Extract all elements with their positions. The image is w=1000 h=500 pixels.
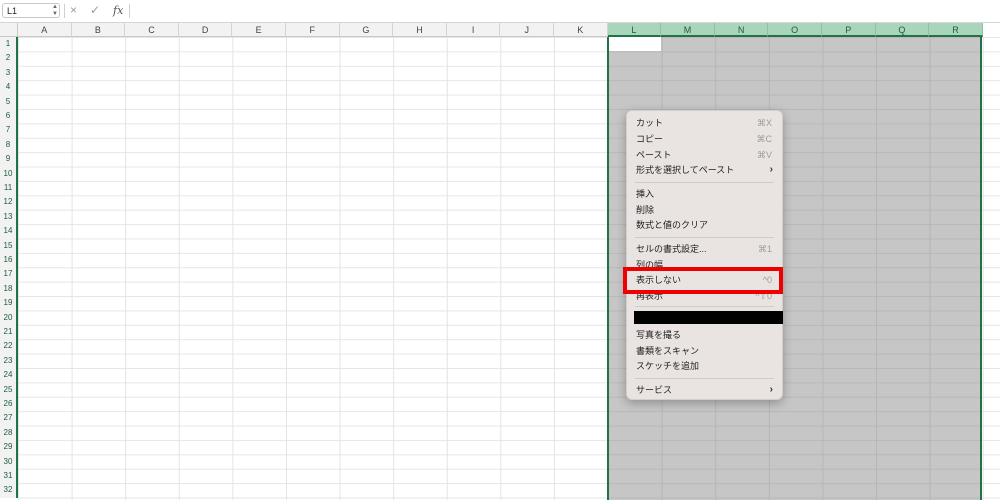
row-header-6[interactable]: 6 bbox=[0, 109, 18, 124]
active-cell[interactable] bbox=[609, 37, 661, 51]
row-header-25[interactable]: 25 bbox=[0, 382, 18, 397]
menu-item-format-cells[interactable]: セルの書式設定... ⌘1 bbox=[627, 241, 782, 257]
row-header-18[interactable]: 18 bbox=[0, 281, 18, 297]
menu-item-take-photo[interactable]: 写真を撮る bbox=[627, 327, 782, 343]
row-header-31[interactable]: 31 bbox=[0, 469, 18, 484]
menu-item-label: 書類をスキャン bbox=[636, 346, 700, 356]
chevron-right-icon: › bbox=[769, 384, 773, 395]
menu-item-label: ペースト bbox=[636, 150, 672, 160]
column-header-q[interactable]: Q bbox=[875, 23, 930, 37]
column-header-a[interactable]: A bbox=[18, 23, 72, 37]
select-all-corner[interactable] bbox=[0, 23, 18, 37]
context-menu: カット ⌘X コピー ⌘C ペースト ⌘V 形式を選択してペースト › 挿入 削… bbox=[626, 110, 783, 400]
chevron-right-icon: › bbox=[769, 164, 773, 175]
menu-separator bbox=[635, 237, 774, 238]
row-header-16[interactable]: 16 bbox=[0, 253, 18, 268]
column-header-d[interactable]: D bbox=[178, 23, 233, 37]
enter-icon[interactable]: ✓ bbox=[90, 3, 100, 18]
column-header-n[interactable]: N bbox=[714, 23, 769, 37]
menu-item-paste-special[interactable]: 形式を選択してペースト › bbox=[627, 162, 782, 178]
column-header-o[interactable]: O bbox=[768, 23, 822, 37]
row-header-1[interactable]: 1 bbox=[0, 37, 18, 52]
row-header-28[interactable]: 28 bbox=[0, 425, 18, 441]
row-header-2[interactable]: 2 bbox=[0, 51, 18, 66]
shortcut-label: ⌘1 bbox=[757, 244, 772, 254]
menu-item-cut[interactable]: カット ⌘X bbox=[627, 115, 782, 131]
column-header-j[interactable]: J bbox=[500, 23, 554, 37]
column-header-m[interactable]: M bbox=[661, 23, 715, 37]
column-header-b[interactable]: B bbox=[71, 23, 126, 37]
menu-separator bbox=[635, 378, 774, 379]
cancel-icon[interactable]: × bbox=[70, 3, 77, 18]
row-header-5[interactable]: 5 bbox=[0, 94, 18, 109]
menu-item-label: カット bbox=[636, 118, 664, 128]
row-header-10[interactable]: 10 bbox=[0, 166, 18, 181]
column-header-h[interactable]: H bbox=[393, 23, 447, 37]
menu-item-label: 数式と値のクリア bbox=[636, 220, 709, 230]
row-header-21[interactable]: 21 bbox=[0, 325, 18, 340]
menu-separator bbox=[635, 306, 774, 307]
menu-item-label: 形式を選択してペースト bbox=[636, 165, 735, 175]
menu-item-label: 削除 bbox=[636, 205, 655, 215]
menu-item-paste[interactable]: ペースト ⌘V bbox=[627, 147, 782, 163]
column-header-g[interactable]: G bbox=[339, 23, 394, 37]
row-header-30[interactable]: 30 bbox=[0, 454, 18, 469]
row-header-22[interactable]: 22 bbox=[0, 339, 18, 354]
redacted-menu-item bbox=[634, 311, 783, 324]
column-header-r[interactable]: R bbox=[929, 23, 983, 37]
row-header-19[interactable]: 19 bbox=[0, 296, 18, 311]
menu-item-label: サービス bbox=[636, 385, 673, 395]
row-header-7[interactable]: 7 bbox=[0, 123, 18, 138]
row-header-15[interactable]: 15 bbox=[0, 238, 18, 253]
row-header-14[interactable]: 14 bbox=[0, 224, 18, 239]
shortcut-label: ⌘X bbox=[756, 118, 772, 128]
divider bbox=[64, 4, 65, 18]
insert-function-icon[interactable]: fx bbox=[113, 3, 123, 18]
row-header-13[interactable]: 13 bbox=[0, 209, 18, 225]
row-header-17[interactable]: 17 bbox=[0, 267, 18, 282]
menu-item-label: 挿入 bbox=[636, 189, 655, 199]
menu-item-add-sketch[interactable]: スケッチを追加 bbox=[627, 358, 782, 374]
menu-item-label: スケッチを追加 bbox=[636, 361, 700, 371]
name-box[interactable]: L1 ▲ ▼ bbox=[2, 3, 60, 18]
column-header-e[interactable]: E bbox=[232, 23, 286, 37]
row-header-12[interactable]: 12 bbox=[0, 195, 18, 210]
column-header-p[interactable]: P bbox=[822, 23, 876, 37]
divider bbox=[129, 4, 130, 18]
shortcut-label: ⌘C bbox=[756, 134, 773, 144]
menu-item-scan-documents[interactable]: 書類をスキャン bbox=[627, 343, 782, 359]
row-header-27[interactable]: 27 bbox=[0, 411, 18, 426]
shortcut-label: ⌘V bbox=[756, 150, 772, 160]
row-header-26[interactable]: 26 bbox=[0, 397, 18, 412]
row-header-23[interactable]: 23 bbox=[0, 353, 18, 369]
name-box-value: L1 bbox=[7, 6, 18, 16]
row-header-8[interactable]: 8 bbox=[0, 137, 18, 153]
menu-item-label: コピー bbox=[636, 134, 664, 144]
column-header-f[interactable]: F bbox=[286, 23, 340, 37]
row-header-3[interactable]: 3 bbox=[0, 65, 18, 81]
menu-item-services[interactable]: サービス › bbox=[627, 382, 782, 398]
row-header-24[interactable]: 24 bbox=[0, 368, 18, 383]
column-header-l[interactable]: L bbox=[607, 23, 662, 37]
menu-item-copy[interactable]: コピー ⌘C bbox=[627, 131, 782, 147]
row-header-4[interactable]: 4 bbox=[0, 80, 18, 95]
row-header-11[interactable]: 11 bbox=[0, 181, 18, 196]
menu-item-clear-contents[interactable]: 数式と値のクリア bbox=[627, 217, 782, 233]
menu-item-delete[interactable]: 削除 bbox=[627, 202, 782, 218]
row-header-32[interactable]: 32 bbox=[0, 483, 18, 498]
menu-item-label: セルの書式設定... bbox=[636, 244, 707, 254]
formula-bar: L1 ▲ ▼ × ✓ fx bbox=[0, 0, 1000, 23]
highlight-box bbox=[623, 267, 783, 294]
menu-separator bbox=[635, 182, 774, 183]
row-header-9[interactable]: 9 bbox=[0, 152, 18, 167]
name-box-dropdown-icon[interactable]: ▲ ▼ bbox=[52, 4, 58, 18]
row-header-20[interactable]: 20 bbox=[0, 310, 18, 325]
row-header-29[interactable]: 29 bbox=[0, 440, 18, 455]
column-header-k[interactable]: K bbox=[554, 23, 608, 37]
column-header-i[interactable]: I bbox=[446, 23, 501, 37]
formula-input[interactable] bbox=[131, 3, 991, 18]
menu-item-label: 写真を撮る bbox=[636, 330, 682, 340]
menu-item-insert[interactable]: 挿入 bbox=[627, 186, 782, 202]
column-header-c[interactable]: C bbox=[125, 23, 179, 37]
